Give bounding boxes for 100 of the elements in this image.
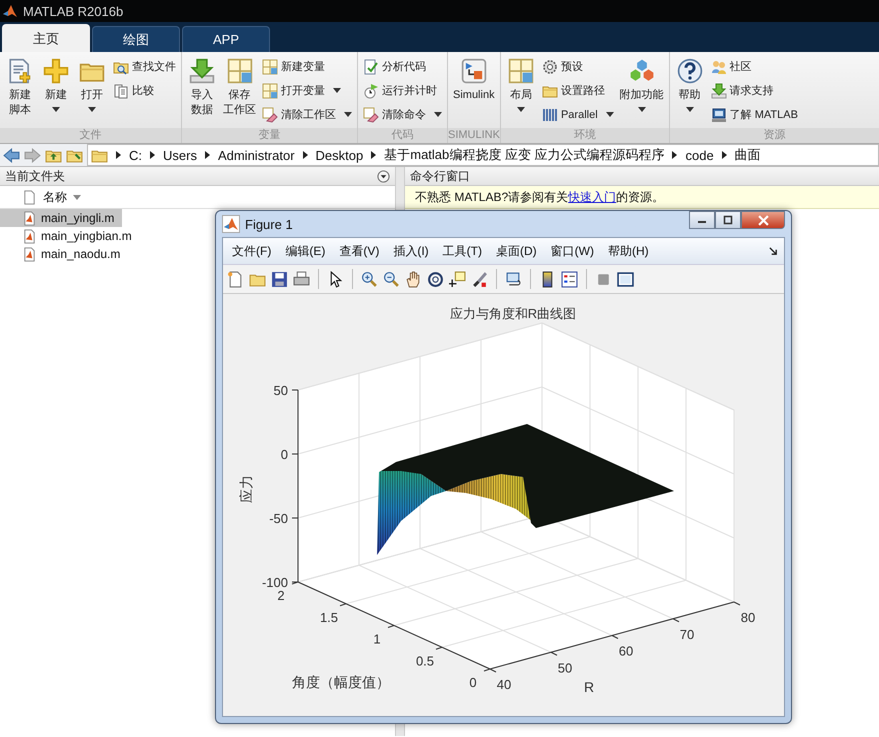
path-segment[interactable]: 曲面 [734, 146, 761, 164]
ribbon-button[interactable]: 附加功能 [616, 56, 667, 128]
close-icon [758, 214, 768, 226]
group-label: 环境 [500, 128, 669, 143]
chevron-icon [116, 151, 121, 159]
ribbon-tab[interactable]: 主页 [2, 24, 90, 52]
settings-icon [542, 58, 558, 74]
tick-label: 60 [618, 644, 634, 658]
ribbon-button[interactable]: 清除工作区 [260, 104, 354, 125]
tick-label: 80 [740, 610, 756, 625]
tick-label: 0 [280, 447, 288, 462]
pan-hand-icon[interactable] [405, 270, 422, 288]
tick-label: 2 [277, 588, 285, 603]
run-timer-icon [363, 82, 379, 98]
file-icon [22, 190, 37, 204]
path-segment[interactable]: Users [163, 148, 197, 162]
path-segment[interactable]: 基于matlab编程挠度 应变 应力公式编程源码程序 [384, 146, 664, 164]
menu-item[interactable]: 查看(V) [332, 242, 386, 260]
quick-start-link[interactable]: 快速入门 [568, 190, 616, 204]
ribbon-button[interactable]: Simulink [450, 56, 498, 128]
tick-label: 0 [469, 675, 477, 690]
ribbon-button[interactable]: 清除命令 [361, 104, 444, 125]
file-item[interactable]: main_naodu.m [0, 245, 128, 263]
new-file-icon[interactable] [227, 270, 244, 288]
ribbon-tab[interactable]: APP [182, 26, 270, 52]
ribbon-button[interactable]: 设置路径 [540, 80, 616, 101]
sort-caret-icon[interactable] [73, 194, 81, 200]
monitor-icon [710, 106, 727, 122]
window-title: MATLAB R2016b [23, 4, 124, 18]
eraser-icon [363, 106, 379, 122]
path-segment[interactable]: C: [129, 148, 142, 162]
ribbon-button[interactable]: 社区 [708, 56, 800, 77]
path-segment[interactable]: code [685, 148, 714, 162]
ribbon-button[interactable]: 保存 工作区 [220, 56, 259, 128]
grid-pencil-icon [262, 82, 278, 98]
tick-label: 70 [680, 626, 694, 642]
menu-item[interactable]: 窗口(W) [544, 242, 601, 260]
ribbon-button[interactable]: 布局 [502, 56, 539, 128]
close-button[interactable] [741, 211, 785, 229]
column-header[interactable]: 名称 [43, 188, 67, 206]
compare-icon [113, 82, 129, 98]
ribbon-button[interactable]: 新建变量 [260, 56, 354, 77]
grid-plus-icon [262, 58, 278, 74]
menu-item[interactable]: 帮助(H) [600, 242, 656, 260]
ribbon-button[interactable]: 预设 [540, 56, 616, 77]
ribbon-button[interactable]: 查找文件 [111, 56, 178, 77]
print-icon[interactable] [293, 270, 310, 288]
ribbon-button[interactable]: 比较 [111, 80, 178, 101]
panel-menu-icon[interactable] [377, 170, 390, 182]
group-label: 代码 [358, 128, 447, 143]
file-item[interactable]: main_yingbian.m [0, 227, 140, 245]
ribbon-button[interactable]: 了解 MATLAB [708, 104, 800, 125]
ribbon-button[interactable]: 打开 [74, 56, 110, 128]
path-segment[interactable]: Desktop [316, 148, 364, 162]
chevron-icon [371, 151, 376, 159]
eraser-icon [262, 106, 278, 122]
tick-label: 40 [496, 677, 512, 692]
file-item[interactable]: main_yingli.m [0, 209, 122, 227]
ribbon-button[interactable]: 新建 脚本 [2, 56, 38, 128]
menu-item[interactable]: 插入(I) [386, 242, 436, 260]
ribbon-button[interactable]: 帮助 [672, 56, 708, 128]
menu-item[interactable]: 文件(F) [225, 242, 278, 260]
help-icon [676, 58, 703, 84]
plus-icon [43, 58, 69, 84]
notice-text: 不熟悉 MATLAB?请参阅有关快速入门的资源。 [415, 188, 664, 206]
ribbon-button[interactable]: 导入 数据 [184, 56, 220, 128]
tick-label: -50 [269, 511, 288, 526]
m-file-icon [22, 228, 37, 244]
ribbon-button[interactable]: 新建 [38, 56, 74, 128]
axis-label: 应力 [238, 475, 254, 503]
path-segment[interactable]: Administrator [218, 148, 295, 162]
m-file-icon [22, 210, 37, 226]
chevron-icon [672, 151, 678, 159]
minimize-button[interactable] [689, 211, 715, 229]
panel-title: 当前文件夹 [5, 168, 65, 184]
menu-item[interactable]: 编辑(E) [278, 242, 332, 260]
tick-label: 50 [558, 660, 572, 676]
dock-arrow-icon[interactable] [769, 246, 778, 256]
save-icon[interactable] [271, 270, 288, 288]
ribbon-button[interactable]: 分析代码 [361, 56, 444, 77]
brush-icon[interactable] [471, 270, 488, 288]
axis-label: R [584, 679, 594, 695]
ribbon-tab[interactable]: 绘图 [92, 26, 180, 52]
ribbon-button[interactable]: 运行并计时 [361, 80, 444, 101]
panel-title: 命令行窗口 [410, 168, 470, 184]
menu-item[interactable]: 工具(T) [436, 242, 489, 260]
ribbon-button[interactable]: 请求支持 [708, 80, 800, 101]
figure-title: Figure 1 [245, 216, 293, 232]
save-grid-icon [226, 58, 252, 84]
ribbon-button[interactable]: Parallel [540, 104, 616, 125]
panel-icon[interactable] [617, 270, 634, 288]
legend-icon[interactable] [561, 270, 578, 288]
menu-item[interactable]: 桌面(D) [488, 242, 544, 260]
back-arrow-icon[interactable] [3, 146, 20, 164]
people-icon [710, 58, 727, 74]
maximize-button[interactable] [715, 211, 741, 229]
plot-title: 应力与角度和R曲线图 [450, 306, 576, 321]
tick-label: 1.5 [320, 610, 338, 625]
m-file-icon [22, 246, 37, 262]
ribbon-button[interactable]: 打开变量 [260, 80, 354, 101]
